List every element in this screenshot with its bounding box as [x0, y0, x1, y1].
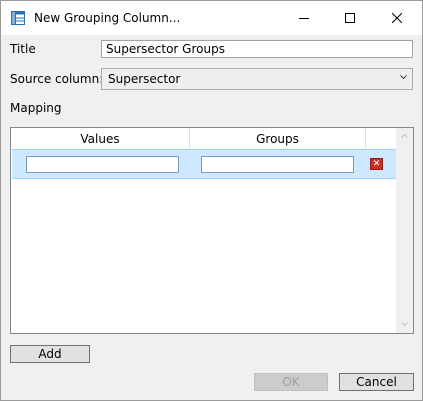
scroll-down-icon[interactable]	[401, 322, 408, 326]
maximize-button[interactable]	[327, 1, 373, 35]
title-bar: New Grouping Column...	[1, 1, 422, 35]
vertical-scrollbar[interactable]	[396, 128, 413, 333]
add-button[interactable]: Add	[10, 345, 90, 363]
table-row[interactable]: ✕	[12, 149, 396, 179]
scroll-up-icon[interactable]	[401, 134, 408, 138]
minimize-button[interactable]	[281, 1, 327, 35]
mapping-label: Mapping	[10, 101, 62, 115]
table-icon	[11, 11, 25, 25]
maximize-icon	[345, 13, 355, 23]
close-icon	[392, 13, 402, 23]
delete-icon: ✕	[372, 158, 381, 169]
chevron-down-icon	[400, 75, 407, 80]
close-button[interactable]	[374, 1, 420, 35]
column-header-values[interactable]: Values	[11, 128, 190, 149]
title-label: Title	[10, 42, 36, 56]
ok-button[interactable]: OK	[254, 373, 328, 391]
source-column-dropdown[interactable]: Supersector	[101, 68, 413, 90]
source-column-label: Source column:	[10, 72, 104, 86]
mapping-grid: Values Groups ✕	[10, 127, 414, 334]
cancel-button[interactable]: Cancel	[339, 373, 414, 391]
delete-row-button[interactable]: ✕	[370, 158, 383, 170]
source-column-value: Supersector	[108, 72, 181, 86]
grid-header: Values Groups	[11, 128, 397, 150]
value-input[interactable]	[26, 156, 179, 173]
window-title: New Grouping Column...	[34, 11, 181, 25]
group-input[interactable]	[201, 156, 354, 173]
title-input[interactable]	[101, 40, 413, 58]
column-header-actions	[366, 128, 397, 149]
minimize-icon	[299, 18, 309, 19]
column-header-groups[interactable]: Groups	[190, 128, 366, 149]
dialog-window: New Grouping Column... Title Source colu…	[0, 0, 423, 401]
